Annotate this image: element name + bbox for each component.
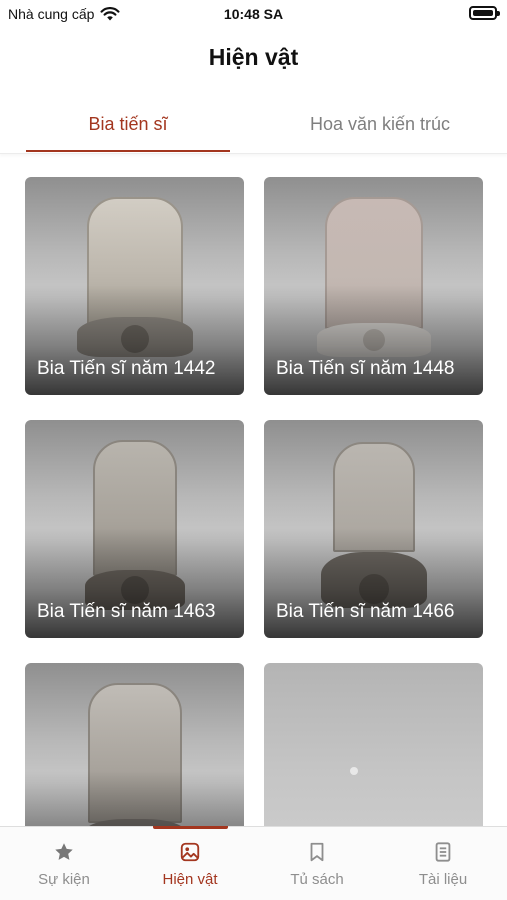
artifact-card[interactable]: Bia Tiến sĩ năm 1466 bbox=[264, 420, 483, 638]
artifact-title: Bia Tiến sĩ năm 1466 bbox=[276, 601, 455, 622]
page-title: Hiện vật bbox=[208, 44, 299, 70]
image-placeholder bbox=[350, 767, 358, 775]
bottom-tab-bar: Sự kiện Hiện vật Tủ sách Tài liệu bbox=[0, 826, 507, 900]
artifact-title: Bia Tiến sĩ năm 1448 bbox=[276, 358, 455, 379]
bookmark-icon bbox=[310, 842, 324, 862]
active-tab-indicator bbox=[153, 826, 228, 829]
image-icon bbox=[180, 842, 200, 862]
tab-su-kien[interactable]: Sự kiện bbox=[9, 837, 119, 897]
tab-tu-sach[interactable]: Tủ sách bbox=[262, 837, 372, 897]
artifact-card[interactable] bbox=[25, 663, 244, 827]
artifact-card[interactable]: Bia Tiến sĩ năm 1448 bbox=[264, 177, 483, 395]
artifact-title: Bia Tiến sĩ năm 1463 bbox=[37, 601, 216, 622]
battery-icon bbox=[469, 6, 500, 20]
artifact-grid[interactable]: Bia Tiến sĩ năm 1442 Bia Tiến sĩ năm 144… bbox=[25, 177, 483, 827]
active-tab-underline bbox=[26, 150, 230, 152]
artifact-card[interactable]: Bia Tiến sĩ năm 1442 bbox=[25, 177, 244, 395]
status-time: 10:48 SA bbox=[223, 6, 284, 22]
tab-label: Tài liệu bbox=[418, 871, 468, 888]
star-icon bbox=[55, 843, 73, 860]
tab-tai-lieu[interactable]: Tài liệu bbox=[388, 837, 498, 897]
tab-bar-top: Bia tiến sĩ Hoa văn kiến trúc bbox=[0, 108, 507, 154]
document-icon bbox=[435, 842, 451, 862]
tab-label: Tủ sách bbox=[290, 871, 344, 888]
artifact-card[interactable] bbox=[264, 663, 483, 827]
tab-bia-tien-si[interactable]: Bia tiến sĩ bbox=[26, 108, 230, 154]
tab-label: Hiện vật bbox=[162, 871, 218, 888]
tab-label: Sự kiện bbox=[38, 871, 90, 888]
tab-hien-vat[interactable]: Hiện vật bbox=[135, 837, 245, 897]
status-bar: Nhà cung cấp 10:48 SA bbox=[0, 0, 507, 30]
artifact-card[interactable]: Bia Tiến sĩ năm 1463 bbox=[25, 420, 244, 638]
tab-hoa-van-kien-truc[interactable]: Hoa văn kiến trúc bbox=[268, 108, 492, 154]
artifact-title: Bia Tiến sĩ năm 1442 bbox=[37, 358, 216, 379]
